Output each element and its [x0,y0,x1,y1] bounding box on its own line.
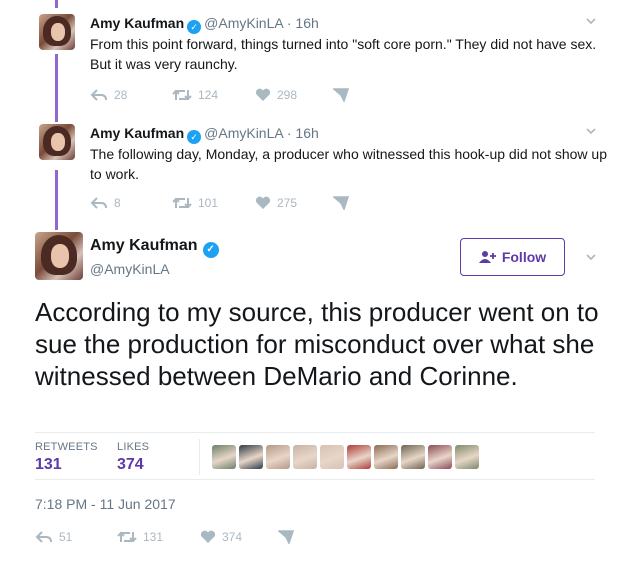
liker-avatar[interactable] [266,445,290,469]
main-author-name[interactable]: Amy Kaufman [90,237,198,254]
tweet-header: Amy Kaufman ✓ @AmyKinLA · 16h [90,14,319,34]
chevron-down-icon[interactable] [584,124,598,141]
reply-button[interactable]: 51 [35,530,72,544]
main-author: Amy Kaufman ✓ @AmyKinLA [90,236,222,278]
retweets-stat[interactable]: RETWEETS 131 [35,441,98,474]
likes-count: 374 [117,456,144,473]
direct-message-button[interactable] [333,88,349,102]
tweet-date[interactable]: 7:18 PM - 11 Jun 2017 [35,496,176,512]
reply-count: 28 [114,88,128,102]
like-count: 275 [277,196,298,210]
retweet-count: 101 [198,196,219,210]
like-count: 374 [222,530,243,544]
liker-avatar[interactable] [374,445,398,469]
likes-label: LIKES [117,441,150,453]
author-name[interactable]: Amy Kaufman [90,15,184,31]
liker-avatar[interactable] [293,445,317,469]
reply-icon [90,89,107,101]
tweet-stats: RETWEETS 131 LIKES 374 [35,432,595,480]
retweet-icon [172,89,192,101]
follow-label: Follow [501,249,547,265]
heart-icon [200,530,216,543]
heart-icon [255,196,271,209]
chevron-down-icon[interactable] [584,14,598,31]
chevron-down-icon[interactable] [584,250,598,267]
liker-avatar[interactable] [428,445,452,469]
reply-count: 8 [114,196,121,210]
follow-button[interactable]: Follow [460,238,565,276]
main-tweet-actions: 51 131 374 [35,530,335,548]
direct-message-button[interactable] [278,530,294,544]
liker-avatars [212,445,479,469]
tweet-actions: 8 101 275 [90,196,390,214]
separator-dot: · [286,15,292,31]
tweet-actions: 28 124 298 [90,88,390,106]
divider [199,439,200,475]
verified-icon: ✓ [202,242,219,258]
tweet-text: The following day, Monday, a producer wh… [90,146,608,182]
retweet-button[interactable]: 124 [172,88,218,102]
liker-avatar[interactable] [212,445,236,469]
retweet-button[interactable]: 101 [172,196,218,210]
reply-count: 51 [59,530,73,544]
main-tweet-text: According to my source, this producer we… [35,297,599,391]
tweet-text: From this point forward, things turned i… [90,36,597,72]
verified-icon: ✓ [187,20,202,34]
avatar[interactable] [39,124,75,160]
heart-icon [255,88,271,101]
retweets-label: RETWEETS [35,441,98,453]
like-button[interactable]: 275 [255,196,297,210]
likes-stat[interactable]: LIKES 374 [117,441,149,474]
liker-avatar[interactable] [455,445,479,469]
like-button[interactable]: 298 [255,88,297,102]
reply-button[interactable]: 8 [90,196,121,210]
liker-avatar[interactable] [320,445,344,469]
direct-message-icon [333,88,349,102]
separator-dot: · [286,125,292,141]
retweet-icon [172,197,192,209]
verified-icon: ✓ [187,130,202,144]
tweet-2[interactable]: Amy Kaufman ✓ @AmyKinLA · 16h The followin… [0,120,630,230]
reply-icon [90,197,107,209]
author-handle[interactable]: @AmyKinLA [204,125,283,141]
retweet-count: 131 [143,530,164,544]
author-handle[interactable]: @AmyKinLA [204,15,283,31]
direct-message-button[interactable] [333,196,349,210]
retweet-icon [117,531,137,543]
author-name[interactable]: Amy Kaufman [90,125,184,141]
reply-button[interactable]: 28 [90,88,127,102]
retweet-button[interactable]: 131 [117,530,163,544]
main-avatar[interactable] [35,232,83,280]
retweet-count: 124 [198,88,219,102]
like-button[interactable]: 374 [200,530,242,544]
follow-person-icon [478,251,496,263]
tweet-1[interactable]: Amy Kaufman ✓ @AmyKinLA · 16h From this po… [0,0,630,120]
tweet-time[interactable]: 16h [295,15,318,31]
reply-icon [35,531,52,543]
avatar[interactable] [39,14,75,50]
liker-avatar[interactable] [401,445,425,469]
like-count: 298 [277,88,298,102]
liker-avatar[interactable] [239,445,263,469]
tweet-header: Amy Kaufman ✓ @AmyKinLA · 16h [90,124,319,144]
direct-message-icon [333,196,349,210]
main-author-handle[interactable]: @AmyKinLA [90,260,222,278]
retweets-count: 131 [35,456,62,473]
liker-avatar[interactable] [347,445,371,469]
tweet-time[interactable]: 16h [295,125,318,141]
direct-message-icon [278,530,294,544]
